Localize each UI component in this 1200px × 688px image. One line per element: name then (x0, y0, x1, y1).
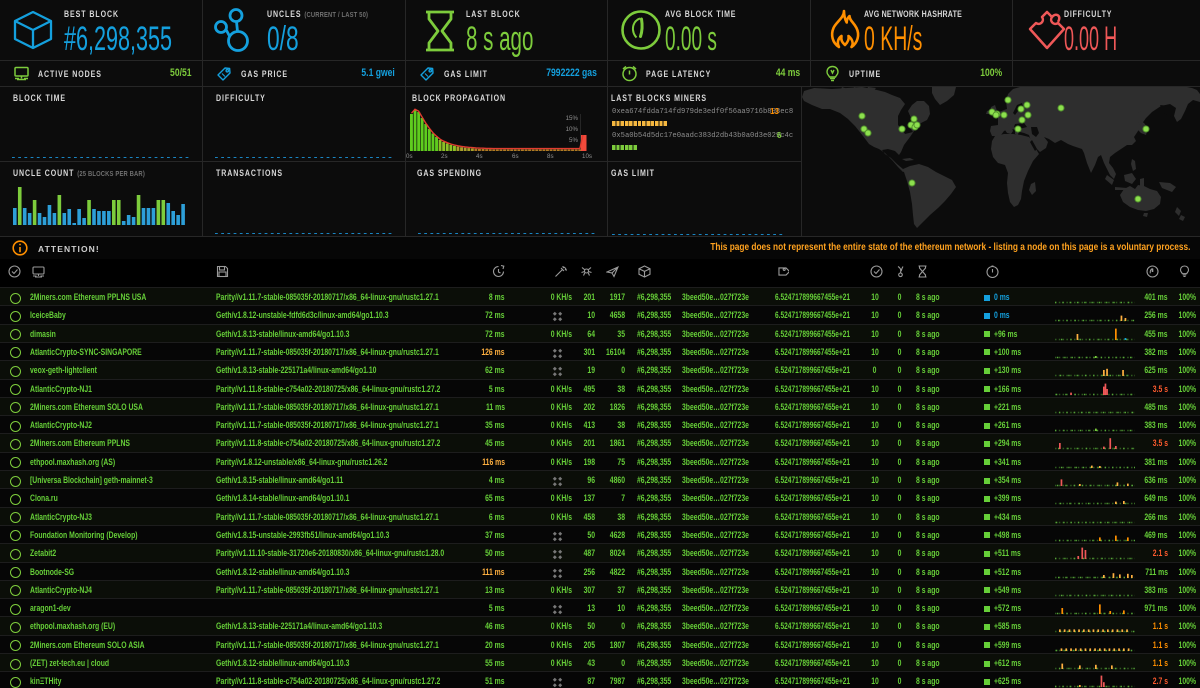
svg-text:8s: 8s (547, 153, 554, 160)
svg-text:10s: 10s (582, 153, 592, 160)
svg-text:4s: 4s (476, 153, 483, 160)
svg-text:5%: 5% (569, 137, 578, 144)
svg-text:10%: 10% (566, 126, 579, 133)
svg-text:6s: 6s (512, 153, 519, 160)
svg-text:0s: 0s (406, 153, 413, 160)
svg-text:2s: 2s (441, 153, 448, 160)
svg-text:15%: 15% (566, 115, 579, 122)
